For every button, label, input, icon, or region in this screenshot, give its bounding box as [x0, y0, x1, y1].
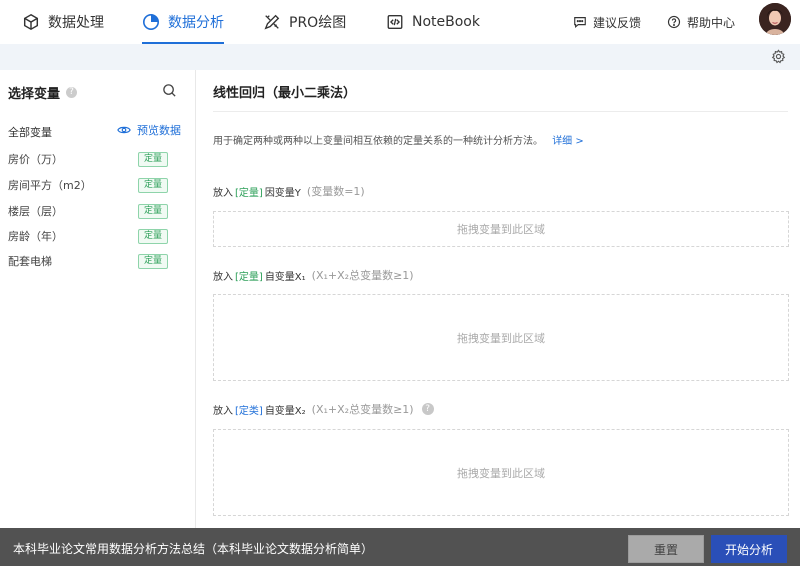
all-variables-label: 全部变量 [8, 126, 52, 139]
feedback-label: 建议反馈 [593, 15, 642, 30]
eye-icon [117, 126, 131, 134]
tab-pro-drawing[interactable]: PRO绘图 [263, 0, 346, 44]
tab-data-processing[interactable]: 数据处理 [22, 0, 104, 44]
gear-icon[interactable] [771, 49, 786, 64]
divider [213, 111, 788, 112]
analysis-config-panel: 线性回归（最小二乘法） 用于确定两种或两种以上变量间相互依赖的定量关系的一种统计… [196, 70, 800, 528]
caption-text: 本科毕业论文常用数据分析方法总结（本科毕业论文数据分析简单） [13, 542, 374, 556]
help-center-link[interactable]: 帮助中心 [667, 0, 735, 44]
independent-x2-dropzone[interactable]: 拖拽变量到此区域 [213, 429, 789, 516]
variable-item[interactable]: 房价（万） 定量 [8, 150, 168, 168]
dependent-y-dropzone[interactable]: 拖拽变量到此区域 [213, 211, 789, 247]
tab-notebook[interactable]: NoteBook [386, 0, 480, 44]
search-icon[interactable] [162, 83, 177, 98]
message-icon [574, 17, 586, 29]
code-notebook-icon [387, 15, 403, 29]
preview-data-button[interactable]: 预览数据 [117, 122, 181, 138]
variable-type-tag: 定量 [137, 151, 168, 167]
avatar-image [759, 3, 791, 35]
cube-icon [23, 13, 39, 31]
method-title: 线性回归（最小二乘法） [213, 86, 357, 101]
variable-type-tag: 定量 [137, 203, 168, 219]
variable-name: 房龄（年） [8, 230, 63, 243]
question-circle-icon [667, 15, 681, 29]
detail-link[interactable]: 详细 > [552, 136, 584, 147]
variable-name: 配套电梯 [8, 255, 52, 268]
pie-chart-icon [142, 13, 160, 31]
variable-name: 房间平方（m2） [8, 179, 92, 192]
variable-item[interactable]: 配套电梯 定量 [8, 252, 168, 270]
independent-x2-label: 放入 [定类] 自变量X₂ (X₁+X₂总变量数≥1) ? [213, 401, 434, 417]
method-description: 用于确定两种或两种以上变量间相互依赖的定量关系的一种统计分析方法。 详细 > [213, 136, 584, 147]
variable-item[interactable]: 房龄（年） 定量 [8, 227, 168, 245]
variable-type-tag: 定量 [137, 228, 168, 244]
reset-button[interactable]: 重置 [628, 535, 704, 563]
variable-item[interactable]: 楼层（层） 定量 [8, 202, 168, 220]
help-label: 帮助中心 [687, 15, 736, 30]
independent-x1-dropzone[interactable]: 拖拽变量到此区域 [213, 294, 789, 381]
variable-name: 楼层（层） [8, 205, 63, 218]
tab-data-analysis[interactable]: 数据分析 [142, 0, 224, 44]
independent-x1-label: 放入 [定量] 自变量X₁ (X₁+X₂总变量数≥1) [213, 269, 414, 283]
help-icon[interactable]: ? [421, 403, 434, 415]
variable-panel: 选择变量 ? 全部变量 预览数据 房价（万） 定量 房间平方（m2） 定量 楼层… [0, 70, 196, 528]
variable-type-tag: 定量 [137, 177, 168, 193]
user-avatar[interactable] [759, 3, 791, 35]
variable-item[interactable]: 房间平方（m2） 定量 [8, 176, 168, 194]
variable-name: 房价（万） [8, 153, 63, 166]
bottom-action-bar: 本科毕业论文常用数据分析方法总结（本科毕业论文数据分析简单） 重置 开始分析 [0, 528, 800, 566]
tab-label: NoteBook [412, 14, 480, 30]
top-nav: 数据处理 数据分析 PRO绘图 NoteBook 建议反馈 帮助中心 [0, 0, 800, 44]
tab-label: 数据处理 [48, 15, 104, 31]
variable-panel-title: 选择变量 ? [8, 83, 78, 102]
start-analysis-button[interactable]: 开始分析 [711, 535, 787, 563]
help-icon[interactable]: ? [66, 87, 78, 98]
tab-label: 数据分析 [168, 15, 224, 31]
feedback-link[interactable]: 建议反馈 [573, 0, 641, 44]
tab-label: PRO绘图 [289, 15, 347, 31]
dependent-y-label: 放入 [定量] 因变量Y (变量数=1) [213, 185, 365, 199]
pencil-ruler-icon [264, 14, 280, 30]
settings-strip [0, 44, 800, 70]
variable-type-tag: 定量 [137, 253, 168, 269]
